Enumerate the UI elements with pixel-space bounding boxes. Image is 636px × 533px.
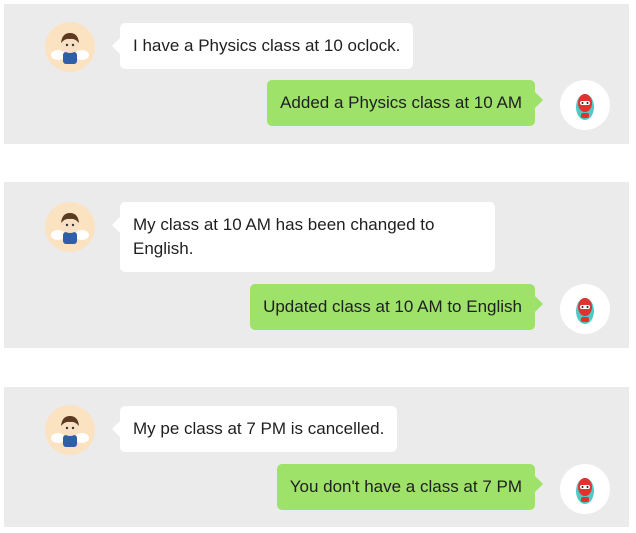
user-message-bubble: My pe class at 7 PM is cancelled. — [111, 406, 398, 452]
user-avatar-icon — [45, 202, 95, 252]
bot-reply-bubble: You don't have a class at 7 PM — [276, 464, 544, 510]
bot-avatar-icon — [560, 284, 610, 334]
user-message-bubble: My class at 10 AM has been changed to En… — [112, 202, 495, 272]
bot-reply-text: Updated class at 10 AM to English — [263, 297, 522, 316]
user-message-text: My pe class at 7 PM is cancelled. — [133, 419, 385, 438]
conversation-panel: My pe class at 7 PM is cancelled. You do… — [4, 387, 629, 527]
conversation-panel: My class at 10 AM has been changed to En… — [4, 182, 629, 348]
user-avatar-icon — [45, 22, 95, 72]
user-message-text: I have a Physics class at 10 oclock. — [133, 36, 401, 55]
user-message-bubble: I have a Physics class at 10 oclock. — [111, 23, 414, 69]
bot-avatar-icon — [560, 464, 610, 514]
user-avatar-icon — [45, 405, 95, 455]
user-message-text: My class at 10 AM has been changed to En… — [133, 215, 435, 258]
conversation-panel: I have a Physics class at 10 oclock. Add… — [4, 4, 629, 144]
bot-reply-bubble: Updated class at 10 AM to English — [250, 284, 543, 330]
bot-avatar-icon — [560, 80, 610, 130]
bot-reply-text: You don't have a class at 7 PM — [289, 477, 522, 496]
bot-reply-bubble: Added a Physics class at 10 AM — [267, 80, 543, 126]
bot-reply-text: Added a Physics class at 10 AM — [280, 93, 522, 112]
